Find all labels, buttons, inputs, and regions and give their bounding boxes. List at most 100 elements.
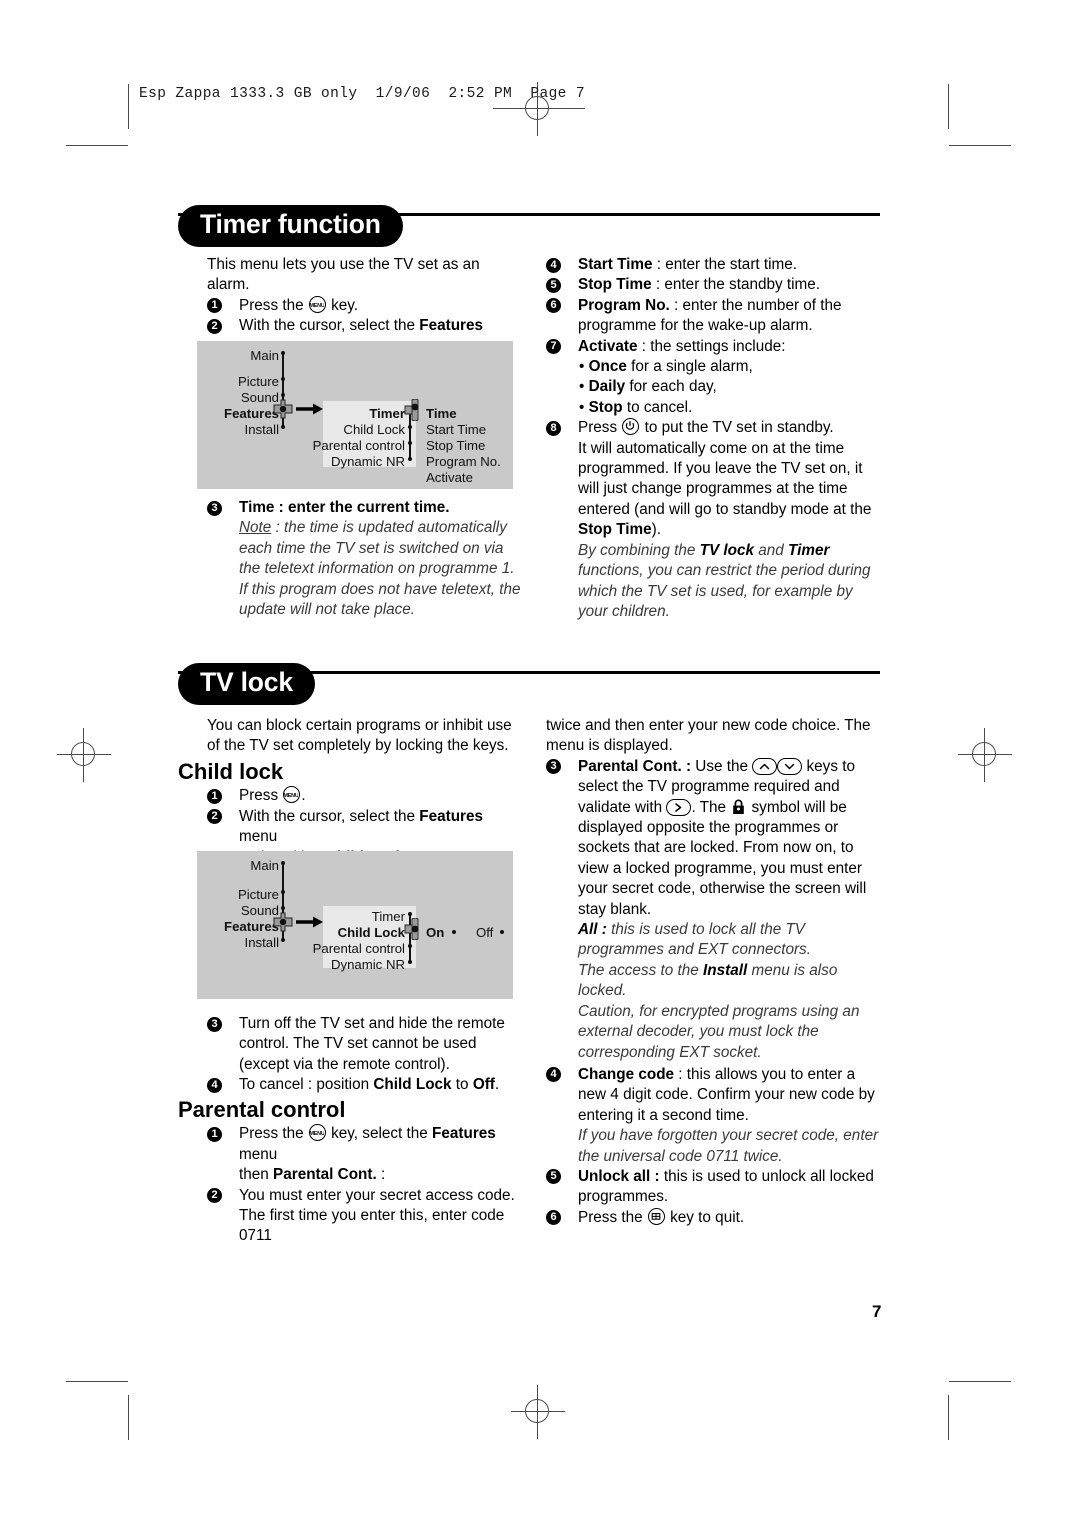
svg-text:MENU: MENU (310, 303, 324, 309)
timer-step-6: 6 Program No. : enter the number of the … (546, 296, 884, 337)
timer-step-1: 1 Press the MENU key. (207, 295, 519, 316)
diagram-label-parentalcontrol: Parental control (312, 438, 405, 453)
step-number-2: 2 (207, 1188, 222, 1204)
timer-step4-label: Start Time (578, 256, 653, 273)
pc-step1-d: then (239, 1166, 274, 1184)
cursor-vertical-icon-1 (404, 399, 419, 421)
timer-bullet-once-label: Once (588, 358, 627, 376)
diagram2-label-install: Install (244, 935, 279, 950)
step-number-4: 4 (207, 1077, 222, 1093)
pc-step3-t3: . The (691, 798, 731, 816)
timer-bullet-daily: • Daily for each day, (579, 378, 717, 396)
diagram2-dot-main (281, 861, 285, 865)
diagram2-dot-dynamicnr (408, 960, 412, 964)
timer-bullet-daily-rest: for each day, (625, 378, 717, 396)
pc-step1-features: Features (432, 1125, 496, 1143)
timer-step2-a: With the cursor, select the (239, 317, 420, 335)
parentalcontrol-block: Parental control 1 Press the MENU key, s… (178, 1097, 528, 1247)
step-number-7: 7 (546, 339, 561, 355)
childlock-step3-text: Turn off the TV set and hide the remote … (239, 1015, 505, 1073)
step-number-2: 2 (207, 318, 222, 334)
tvlock-left-column: You can block certain programs or inhibi… (207, 716, 519, 757)
menu-key-icon: MENU (308, 295, 326, 313)
timer-step8-body-a: It will automatically come on at the tim… (578, 439, 872, 518)
timer-step8-body-c: ). (651, 521, 662, 539)
timer-combining-note: By combining the TV lock and Timer funct… (546, 541, 884, 623)
childlock-step2-a: With the cursor, select the (239, 807, 420, 825)
timer-step7-rest: : the settings include: (637, 337, 786, 355)
pc-caution-note: Caution, for encrypted programs using an… (578, 1002, 860, 1061)
cursor-dpad-icon-left (273, 399, 293, 419)
diagram-label-activate: Activate (426, 470, 473, 485)
pc-all-label: All : (578, 921, 607, 939)
parentalcont-step-6: 6 Press the key to quit. (546, 1207, 884, 1228)
up-arrow-key-icon (752, 757, 778, 775)
menu-key-icon: MENU (283, 786, 301, 804)
tvlock-right-cont: twice and then enter your new code choic… (546, 717, 871, 755)
childlock-menu-diagram: Main Picture Sound Features Install Time… (197, 851, 513, 999)
step-number-1: 1 (207, 298, 222, 314)
pc-step1-pre: Press the (239, 1125, 308, 1143)
step-number-3: 3 (546, 759, 561, 775)
diagram2-dot-parentalcontrol (408, 944, 412, 948)
pc-step3-t4: symbol will be displayed opposite the pr… (578, 798, 867, 918)
diagram2-label-parentalcontrol: Parental control (312, 941, 405, 956)
timer-italic-timer: Timer (788, 541, 830, 559)
step-number-4: 4 (546, 1067, 561, 1083)
diagram-dot-picture (281, 377, 285, 381)
timer-note-text: : the time is updated automatically each… (239, 519, 521, 619)
diagram-label-programno: Program No. (426, 454, 501, 469)
childlock-heading: Child lock (178, 759, 284, 784)
childlock-step-3: 3 Turn off the TV set and hide the remot… (207, 1014, 523, 1075)
diagram2-label-dynamicnr: Dynamic NR (330, 957, 405, 972)
svg-text:MENU: MENU (284, 793, 298, 799)
pc-step5-label: Unlock all : (578, 1167, 660, 1185)
parentalcontrol-step-1: 1 Press the MENU key, select the Feature… (207, 1124, 528, 1185)
timer-step4-rest: : enter the start time. (652, 256, 798, 273)
menu-exit-key-icon (647, 1207, 665, 1225)
page-number: 7 (872, 1302, 882, 1321)
step-number-6: 6 (546, 1210, 561, 1226)
timer-italic-c: and (754, 541, 789, 559)
timer-note-label: Note (239, 519, 272, 537)
step-number-4: 4 (546, 257, 561, 273)
diagram2-label-childlock: Child Lock (337, 925, 405, 940)
childlock-step1-post: . (301, 787, 306, 805)
timer-left-column-lower: 3 Time : enter the current time. Note : … (207, 498, 523, 620)
power-icon (622, 418, 640, 436)
pc-install-note: The access to the Install menu is also l… (546, 961, 884, 1002)
timer-step-7: 7 Activate : the settings include: (546, 337, 884, 357)
timer-step6-label: Program No. (578, 296, 670, 314)
section-header-timer: Timer function (178, 205, 880, 248)
diagram2-dot-picture (281, 890, 285, 894)
timer-right-column: 4 Start Time : enter the start time. 5 S… (546, 255, 884, 622)
pc-step2-text: You must enter your secret access code. … (239, 1186, 515, 1245)
childlock-step4-c: to (451, 1076, 473, 1094)
parentalcontrol-heading: Parental control (178, 1097, 346, 1122)
timer-step7-label: Activate (578, 337, 638, 355)
timer-bullet-once-rest: for a single alarm, (626, 358, 753, 376)
parentalcontrol-step-2: 2 You must enter your secret access code… (207, 1186, 528, 1247)
lock-icon (732, 799, 745, 815)
childlock-step2-features: Features (419, 807, 484, 825)
diagram-label-picture: Picture (237, 374, 279, 389)
section-header-tvlock: TV lock (178, 663, 880, 706)
timer-step5-rest: : enter the standby time. (651, 276, 821, 294)
diagram-dot-install (281, 425, 285, 429)
pc-step1-a: key, select the (326, 1125, 433, 1143)
parentalcont-step-4: 4 Change code : this allows you to enter… (546, 1065, 884, 1126)
childlock-step4-e: . (494, 1076, 500, 1094)
diagram-label-install: Install (244, 422, 279, 437)
diagram-dot-dynamicnr (408, 457, 412, 461)
step-number-5: 5 (546, 277, 561, 293)
pc-all-rest: this is used to lock all the TV programm… (578, 921, 811, 959)
diagram-dot-sound (281, 393, 285, 397)
diagram-label-childlock: Child Lock (343, 422, 405, 437)
pc-step6-post: key to quit. (665, 1208, 745, 1226)
timer-step-8: 8 Press to put the TV set in standby. (546, 418, 884, 438)
pc-step6-pre: Press the (578, 1208, 647, 1226)
timer-step2-features: Features (419, 317, 484, 335)
parentalcont-step-3: 3 Parental Cont. : Use the keys to selec… (546, 757, 884, 920)
childlock-step-4: 4 To cancel : position Child Lock to Off… (207, 1075, 523, 1095)
diagram-label-starttime: Start Time (426, 422, 487, 437)
